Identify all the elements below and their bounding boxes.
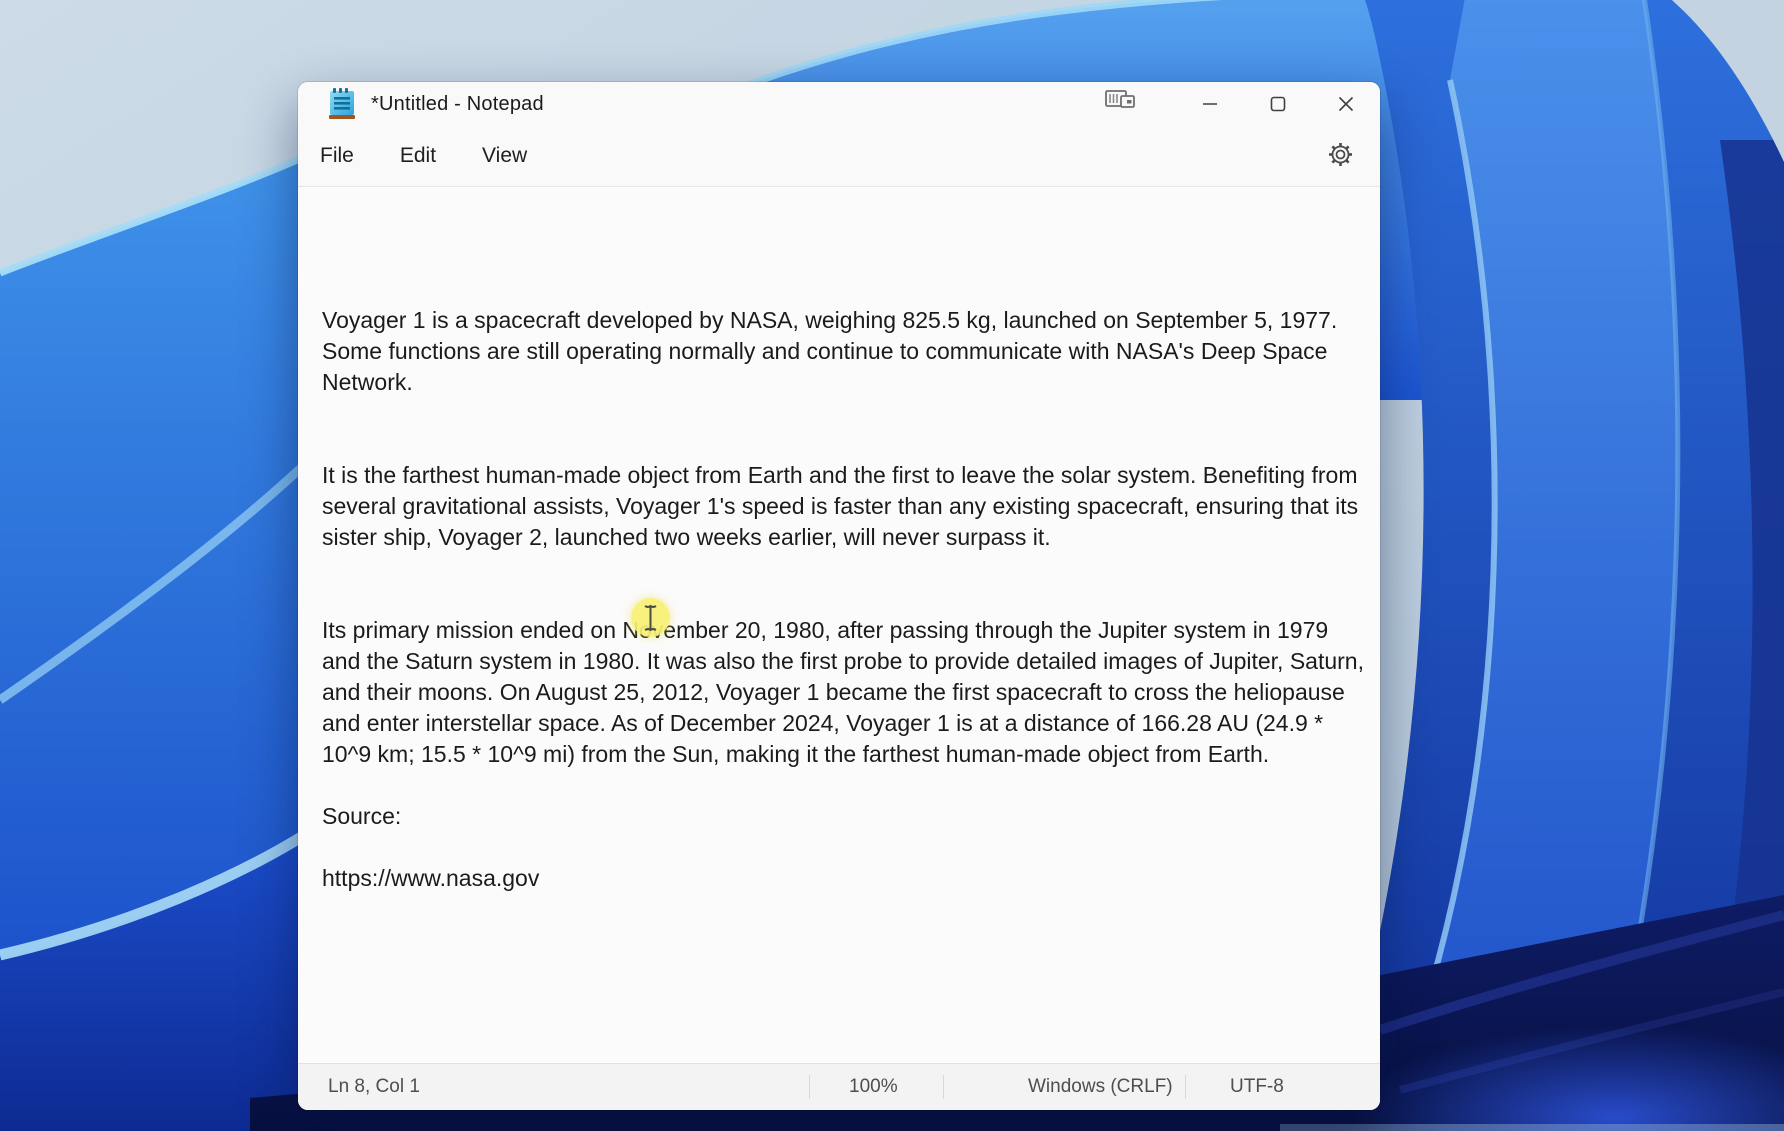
window-title: *Untitled - Notepad (371, 93, 544, 116)
encoding-status: UTF-8 (1186, 1064, 1380, 1110)
cursor-position-status: Ln 8, Col 1 (298, 1076, 809, 1098)
i-beam-cursor-icon (643, 604, 658, 632)
maximize-button[interactable] (1244, 82, 1312, 126)
editor-text[interactable]: Voyager 1 is a spacecraft developed by N… (298, 187, 1380, 894)
line-ending-status: Windows (CRLF) (944, 1064, 1185, 1110)
maximize-icon (1270, 96, 1286, 112)
minimize-button[interactable] (1176, 82, 1244, 126)
text-editing-area[interactable]: Voyager 1 is a spacecraft developed by N… (298, 187, 1380, 1063)
notepad-app-icon (328, 88, 356, 120)
gear-icon (1327, 141, 1354, 168)
menu-bar: File Edit View (298, 126, 1380, 187)
menu-view[interactable]: View (468, 137, 541, 175)
mouse-cursor-highlight (631, 598, 670, 637)
status-bar: Ln 8, Col 1 100% Windows (CRLF) UTF-8 (298, 1063, 1380, 1110)
zoom-level-status: 100% (810, 1064, 943, 1110)
display-indicator-icon (1103, 87, 1137, 113)
close-icon (1338, 96, 1354, 112)
close-button[interactable] (1312, 82, 1380, 126)
notepad-window: *Untitled - Notepad (298, 82, 1380, 1110)
minimize-icon (1202, 96, 1218, 112)
menu-file[interactable]: File (306, 137, 368, 175)
settings-button[interactable] (1323, 137, 1358, 175)
title-bar[interactable]: *Untitled - Notepad (298, 82, 1380, 126)
window-controls (1176, 82, 1380, 126)
menu-edit[interactable]: Edit (386, 137, 450, 175)
